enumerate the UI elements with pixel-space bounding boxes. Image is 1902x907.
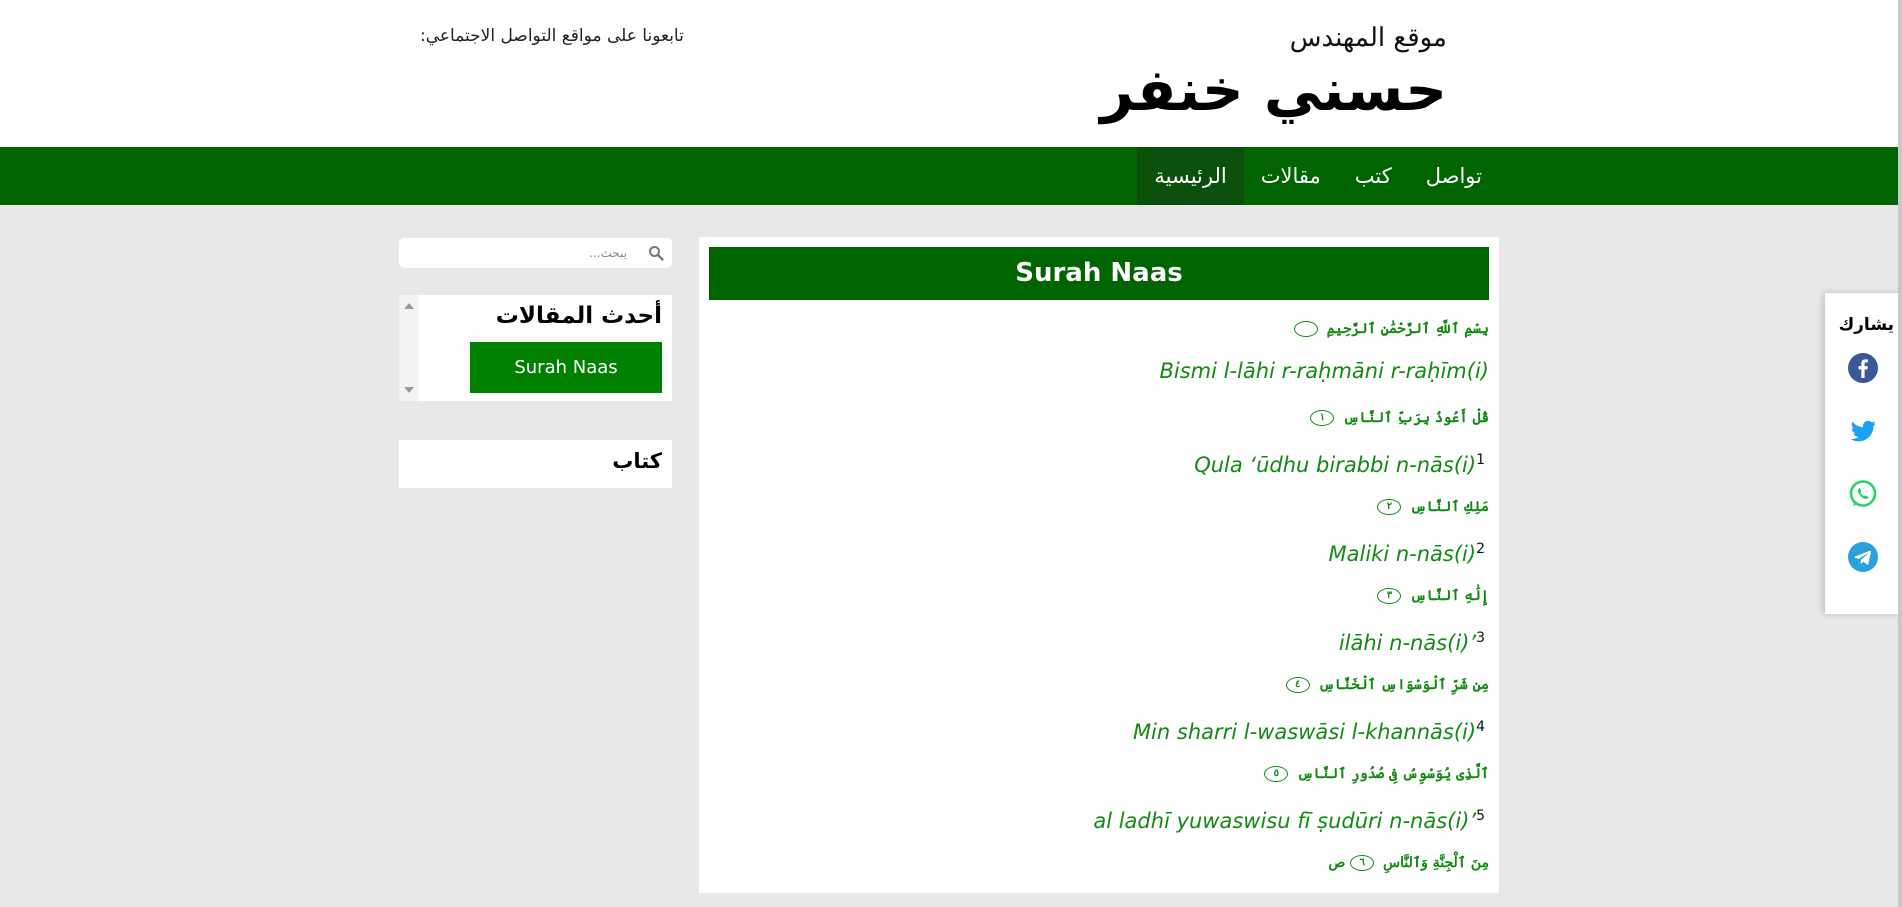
transliteration-text: ilāhi n-nās(i)’ — [1338, 631, 1477, 655]
nav-item-articles[interactable]: مقالات — [1244, 147, 1338, 205]
nav-menu: الرئيسية مقالات كتب تواصل — [1137, 147, 1499, 205]
verse-arabic: مِنَ ٱلْجِنَّةِ وَٱلنَّاسِ ٦ ص — [709, 841, 1489, 885]
latest-articles-title: أحدث المقالات — [495, 303, 662, 329]
share-title: يشارك — [1838, 315, 1894, 335]
site-name: حسني خنفر — [1100, 56, 1449, 124]
latest-post-link[interactable]: Surah Naas — [470, 342, 662, 393]
ayah-number-marker: ١ — [1310, 410, 1335, 426]
article: Surah Naas بِسْمِ ٱللَّهِ ٱلرَّحْمَٰنِ ٱ… — [699, 237, 1499, 893]
verse-transliteration: 2Maliki n-nās(i) — [709, 529, 1489, 574]
transliteration-text: Min sharri l-waswāsi l-khannās(i) — [1132, 720, 1477, 744]
ayah-number-marker: ٤ — [1285, 677, 1310, 693]
verse-arabic-text: قُلْ أَعُوذُ بِرَبِّ ٱلنَّاسِ — [1343, 410, 1489, 426]
whatsapp-icon[interactable] — [1847, 478, 1879, 510]
search-input[interactable] — [407, 243, 627, 263]
verse-number: 2 — [1476, 541, 1485, 557]
page-scrollbar[interactable] — [1898, 0, 1902, 907]
latest-articles-widget: أحدث المقالات Surah Naas — [399, 295, 672, 401]
basmala-transliteration: Bismi l-lāhi r-raḥmāni r-raḥīm(i) — [709, 351, 1490, 396]
site-subtitle: موقع المهندس — [1289, 23, 1447, 53]
verse-suffix: ص — [1328, 855, 1346, 871]
verse-arabic: ٱلَّذِى يُوَسْوِسُ فِى صُدُورِ ٱلنَّاسِ … — [709, 752, 1489, 796]
basmala-arabic-text: بِسْمِ ٱللَّهِ ٱلرَّحْمَٰنِ ٱلرَّحِيمِ — [1326, 321, 1489, 337]
twitter-icon[interactable] — [1847, 415, 1879, 447]
telegram-icon[interactable] — [1847, 541, 1879, 573]
transliteration-text: al ladhī yuwaswisu fī ṣudūri n-nās(i)’ — [1093, 809, 1477, 833]
verse-number: 3 — [1476, 630, 1485, 646]
nav-item-books[interactable]: كتب — [1338, 147, 1409, 205]
transliteration-text: Maliki n-nās(i) — [1328, 542, 1477, 566]
search-box — [399, 238, 672, 268]
site-logo[interactable]: موقع المهندس حسني خنفر — [1100, 20, 1449, 124]
verse-arabic-text: ٱلَّذِى يُوَسْوِسُ فِى صُدُورِ ٱلنَّاسِ — [1297, 766, 1489, 782]
verse-number: 4 — [1476, 719, 1485, 735]
widget-scrollbar[interactable] — [399, 295, 419, 401]
verse-arabic: قُلْ أَعُوذُ بِرَبِّ ٱلنَّاسِ ١ — [709, 396, 1489, 440]
main-navbar: الرئيسية مقالات كتب تواصل — [0, 147, 1902, 205]
verse-arabic-text: مَلِكِ ٱلنَّاسِ — [1410, 499, 1489, 515]
verse-arabic-text: مِن شَرِّ ٱلْوَسْوَاسِ ٱلْخَنَّاسِ — [1318, 677, 1489, 693]
verse-arabic-text: مِنَ ٱلْجِنَّةِ وَٱلنَّاسِ — [1383, 855, 1489, 871]
ayah-number-marker: ٦ — [1350, 855, 1375, 871]
transliteration-text: Bismi l-lāhi r-raḥmāni r-raḥīm(i) — [1159, 359, 1490, 383]
verse-arabic: مِن شَرِّ ٱلْوَسْوَاسِ ٱلْخَنَّاسِ ٤ — [709, 663, 1489, 707]
transliteration-text: Qula ‘ūdhu birabbi n-nās(i) — [1194, 453, 1477, 477]
nav-item-contact[interactable]: تواصل — [1409, 147, 1499, 205]
ayah-number-marker: ٢ — [1377, 499, 1402, 515]
search-icon[interactable] — [648, 245, 664, 261]
article-title: Surah Naas — [709, 247, 1489, 300]
book-widget-title: كتاب — [612, 449, 662, 473]
verse-transliteration: 1Qula ‘ūdhu birabbi n-nās(i) — [709, 440, 1489, 485]
scroll-down-arrow-icon[interactable] — [404, 387, 414, 393]
ayah-number-marker: ٥ — [1264, 766, 1289, 782]
site-header: موقع المهندس حسني خنفر تابعونا على مواقع… — [0, 0, 1902, 147]
ayah-number-marker: ٣ — [1377, 588, 1402, 604]
verse-arabic: مَلِكِ ٱلنَّاسِ ٢ — [709, 485, 1489, 529]
verse-number: 1 — [1476, 452, 1485, 468]
share-panel: يشارك — [1825, 293, 1902, 614]
verse-number: 5 — [1476, 808, 1485, 824]
verse-transliteration: 5al ladhī yuwaswisu fī ṣudūri n-nās(i)’ — [709, 796, 1489, 841]
book-widget: كتاب — [399, 440, 672, 488]
basmala-arabic: بِسْمِ ٱللَّهِ ٱلرَّحْمَٰنِ ٱلرَّحِيمِ — [709, 307, 1489, 351]
verse-arabic: إِلَٰهِ ٱلنَّاسِ ٣ — [709, 574, 1489, 618]
scroll-up-arrow-icon[interactable] — [404, 303, 414, 309]
verse-transliteration: 3ilāhi n-nās(i)’ — [709, 618, 1489, 663]
nav-item-home[interactable]: الرئيسية — [1137, 147, 1244, 205]
facebook-icon[interactable] — [1847, 352, 1879, 384]
verse-arabic-text: إِلَٰهِ ٱلنَّاسِ — [1410, 588, 1489, 604]
ayah-end-marker — [1293, 321, 1318, 337]
verse-list: بِسْمِ ٱللَّهِ ٱلرَّحْمَٰنِ ٱلرَّحِيمِ B… — [709, 307, 1489, 885]
verse-transliteration: 4Min sharri l-waswāsi l-khannās(i) — [709, 707, 1489, 752]
follow-us-text: تابعونا على مواقع التواصل الاجتماعي: — [420, 26, 684, 46]
